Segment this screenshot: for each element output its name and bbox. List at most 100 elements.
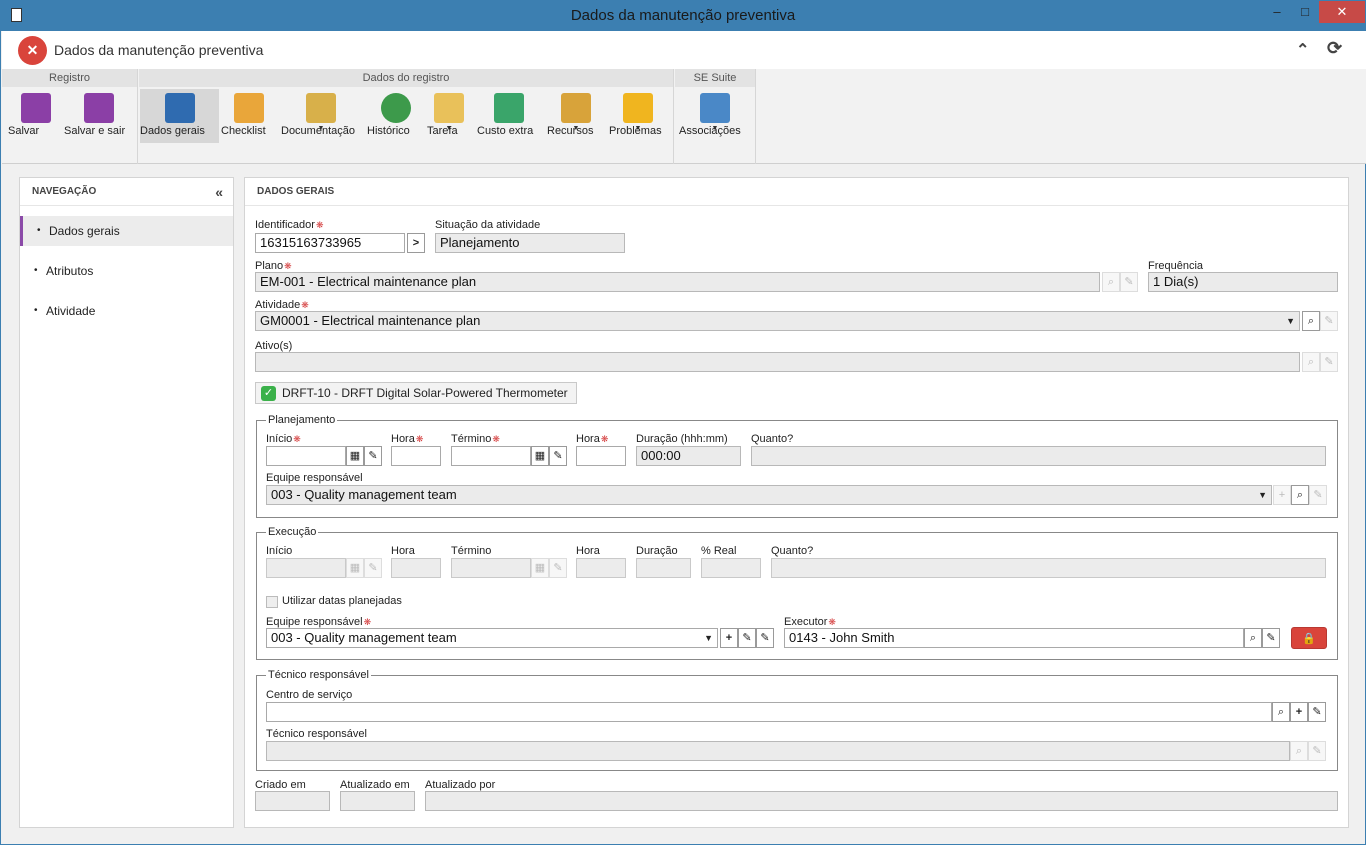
ribbon-group-title: Dados do registro	[139, 69, 673, 87]
use-planned-dates-label: Utilizar datas planejadas	[282, 595, 402, 607]
ribbon-group-se-suite: SE Suite Associações ▼	[675, 69, 756, 164]
general-data-button[interactable]: Dados gerais	[140, 89, 219, 143]
page-title: Dados da manutenção preventiva	[54, 42, 264, 58]
exec-team-label: Equipe responsável	[266, 616, 371, 628]
ribbon-group-title: SE Suite	[675, 69, 755, 87]
clear-icon: ✎	[1320, 352, 1338, 372]
exec-start-date	[266, 558, 346, 578]
plan-start-date[interactable]	[266, 446, 346, 466]
nav-item-dados-gerais[interactable]: Dados gerais	[20, 216, 233, 246]
technician-legend: Técnico responsável	[268, 669, 369, 681]
collapse-icon[interactable]: ⌃	[1296, 40, 1309, 60]
dropdown-arrow-icon: ▼	[1258, 490, 1267, 500]
maximize-button[interactable]: □	[1291, 1, 1319, 23]
clear-icon[interactable]: ✎	[364, 446, 382, 466]
go-arrow-icon[interactable]: >	[407, 233, 425, 253]
exec-quantity-label: Quanto?	[771, 545, 814, 557]
frequency-field: 1 Dia(s)	[1148, 272, 1338, 292]
nav-item-atividade[interactable]: Atividade	[20, 296, 233, 326]
ribbon-group-dados: Dados do registro Dados gerais Checklist…	[139, 69, 674, 164]
updated-label: Atualizado em	[340, 779, 410, 791]
plan-team-select[interactable]: 003 - Quality management team ▼	[266, 485, 1272, 505]
plan-start-label: Início	[266, 433, 301, 445]
ribbon-toolbar: Registro Salvar Salvar e sair Dados do r…	[2, 69, 1366, 164]
assets-label: Ativo(s)	[255, 340, 293, 352]
plan-end-date[interactable]	[451, 446, 531, 466]
plan-quantity-field	[751, 446, 1326, 466]
problems-label: Problemas	[609, 125, 662, 137]
plan-quantity-label: Quanto?	[751, 433, 794, 445]
clear-icon: ✎	[1320, 311, 1338, 331]
extra-cost-button[interactable]: Custo extra	[477, 89, 541, 143]
binoculars-icon[interactable]: ⌕	[1291, 485, 1309, 505]
window-title: Dados da manutenção preventiva	[570, 7, 796, 24]
refresh-icon[interactable]: ⟳	[1327, 38, 1342, 59]
dropdown-arrow-icon: ▼	[1286, 316, 1295, 326]
calendar-icon[interactable]: ▦	[346, 446, 364, 466]
history-label: Histórico	[367, 125, 410, 137]
use-planned-dates-checkbox[interactable]	[266, 596, 278, 608]
service-center-label: Centro de serviço	[266, 689, 353, 701]
calendar-icon[interactable]: ▦	[531, 446, 549, 466]
clear-icon[interactable]: ✎	[1262, 628, 1280, 648]
binoculars-icon[interactable]: ⌕	[1302, 311, 1320, 331]
extra-cost-label: Custo extra	[477, 125, 534, 137]
documentation-button[interactable]: Documentação ▼	[281, 89, 361, 143]
search-icon[interactable]: ⌕	[1272, 702, 1290, 722]
search-icon[interactable]: ⌕	[1244, 628, 1262, 648]
updated-field	[340, 791, 415, 811]
checklist-button[interactable]: Checklist	[221, 89, 277, 143]
app-header: ✕ Dados da manutenção preventiva ⌃ ⟳	[2, 31, 1366, 69]
identifier-label: Identificador	[255, 219, 323, 231]
money-icon	[494, 93, 524, 123]
lock-icon[interactable]: 🔒	[1291, 627, 1327, 649]
exec-real-label: % Real	[701, 545, 737, 557]
created-field	[255, 791, 330, 811]
save-icon	[21, 93, 51, 123]
plan-end-label: Término	[451, 433, 500, 445]
plan-end-hour[interactable]	[576, 446, 626, 466]
history-button[interactable]: Histórico	[367, 89, 425, 143]
coins-user-icon	[561, 93, 591, 123]
collapse-nav-icon[interactable]: «	[215, 178, 223, 206]
edit-icon[interactable]: ✎	[738, 628, 756, 648]
save-label: Salvar	[8, 125, 40, 137]
ribbon-group-title: Registro	[2, 69, 137, 87]
close-button[interactable]: ✕	[1319, 1, 1365, 23]
title-bar: Dados da manutenção preventiva – □ ✕	[1, 1, 1365, 31]
problems-button[interactable]: Problemas ▼	[609, 89, 667, 143]
save-button[interactable]: Salvar	[8, 89, 64, 143]
app-logo-icon: ✕	[18, 36, 47, 65]
clear-icon[interactable]: ✎	[549, 446, 567, 466]
add-icon[interactable]: +	[1290, 702, 1308, 722]
plan-team-label: Equipe responsável	[266, 472, 363, 484]
status-field: Planejamento	[435, 233, 625, 253]
associations-button[interactable]: Associações ▼	[679, 89, 751, 143]
frequency-label: Frequência	[1148, 260, 1204, 272]
exec-end-date	[451, 558, 531, 578]
planning-legend: Planejamento	[268, 414, 336, 426]
save-and-exit-button[interactable]: Salvar e sair	[64, 89, 134, 143]
resources-button[interactable]: Recursos ▼	[547, 89, 605, 143]
clear-icon: ✎	[364, 558, 382, 578]
activity-select[interactable]: GM0001 - Electrical maintenance plan ▼	[255, 311, 1300, 331]
asset-chip[interactable]: ✓ DRFT-10 - DRFT Digital Solar-Powered T…	[255, 382, 577, 404]
clear-icon[interactable]: ✎	[1308, 702, 1326, 722]
associations-label: Associações	[679, 125, 741, 137]
add-icon[interactable]: +	[720, 628, 738, 648]
executor-field[interactable]: 0143 - John Smith	[784, 628, 1244, 648]
clear-icon[interactable]: ✎	[756, 628, 774, 648]
navigation-panel: NAVEGAÇÃO « Dados gerais Atributos Ativi…	[19, 177, 234, 828]
plan-start-hour[interactable]	[391, 446, 441, 466]
minimize-button[interactable]: –	[1263, 1, 1291, 23]
nav-item-atributos[interactable]: Atributos	[20, 256, 233, 286]
calendar-icon: ▦	[531, 558, 549, 578]
service-center-field[interactable]	[266, 702, 1272, 722]
checklist-icon	[234, 93, 264, 123]
resources-label: Recursos	[547, 125, 594, 137]
nav-header-label: NAVEGAÇÃO	[32, 186, 97, 197]
task-button[interactable]: Tarefa ▼	[427, 89, 471, 143]
ribbon-group-registro: Registro Salvar Salvar e sair	[2, 69, 138, 164]
exec-team-select[interactable]: 003 - Quality management team ▼	[266, 628, 718, 648]
identifier-field[interactable]: 16315163733965	[255, 233, 405, 253]
